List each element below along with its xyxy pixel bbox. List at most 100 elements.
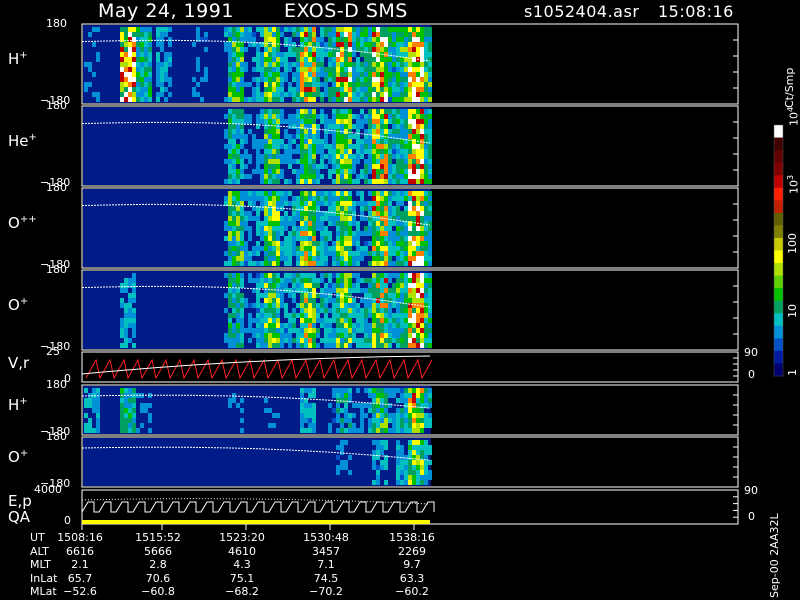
spectrogram-cell [320,119,324,124]
spectrogram-cell [348,27,352,32]
spectrogram-cell [404,408,408,413]
spectrogram-cell [252,57,256,62]
spectrogram-cell [384,174,388,179]
spectrogram-cell [264,216,268,221]
spectrogram-cell [132,27,136,32]
spectrogram-cell [260,139,264,144]
spectrogram-cell [264,256,268,261]
spectrogram-cell [388,428,392,433]
spectrogram-cell [408,450,412,455]
spectrogram-cell [400,428,404,433]
spectrogram-cell [344,393,348,398]
spectrogram-cell [240,37,244,42]
spectrogram-cell [416,261,420,266]
spectrogram-cell [236,328,240,333]
spectrogram-cell [404,27,408,32]
spectrogram-cell [128,283,132,288]
spectrogram-cell [388,179,392,184]
spectrogram-cell [412,408,416,413]
spectrogram-cell [252,318,256,323]
spectrogram-cell [404,154,408,159]
spectrogram-cell [332,408,336,413]
y-tick-top: 180 [46,17,67,30]
spectrogram-cell [404,246,408,251]
spectrogram-cell [408,288,412,293]
spectrogram-cell [276,236,280,241]
spectrogram-cell [332,388,336,393]
spectrogram-cell [412,288,416,293]
spectrogram-cell [352,97,356,102]
spectrogram-cell [308,388,312,393]
spectrogram-cell [300,423,304,428]
spectrogram-cell [240,318,244,323]
spectrogram-cell [288,139,292,144]
spectrogram-cell [228,67,232,72]
spectrogram-cell [368,109,372,114]
spectrogram-cell [364,328,368,333]
spectrogram-cell [268,62,272,67]
spectrogram-cell [128,77,132,82]
spectrogram-cell [248,97,252,102]
spectrogram-cell [244,261,248,266]
spectrogram-cell [340,114,344,119]
spectrogram-cell [416,398,420,403]
spectrogram-cell [424,273,428,278]
spectrogram-cell [320,97,324,102]
spectrogram-cell [280,191,284,196]
spectrogram-cell [424,159,428,164]
spectrogram-cell [424,57,428,62]
spectrogram-cell [228,164,232,169]
spectrogram-cell [368,231,372,236]
spectrogram-cell [256,216,260,221]
spectrogram-cell [372,221,376,226]
spectrogram-cell [340,97,344,102]
spectrogram-cell [428,231,432,236]
spectrogram-cell [416,470,420,475]
spectrogram-cell [264,328,268,333]
spectrogram-cell [292,308,296,313]
spectrogram-cell [332,393,336,398]
spectrogram-cell [248,154,252,159]
spectrogram-cell [408,191,412,196]
spectrogram-cell [236,251,240,256]
spectrogram-cell [308,164,312,169]
spectrogram-cell [244,154,248,159]
spectrogram-cell [124,288,128,293]
spectrogram-cell [344,261,348,266]
spectrogram-cell [296,169,300,174]
spectrogram-cell [236,216,240,221]
spectrogram-cell [284,328,288,333]
spectrogram-cell [232,216,236,221]
spectrogram-cell [264,191,268,196]
spectrogram-cell [420,174,424,179]
spectrogram-cell [356,388,360,393]
spectrogram-cell [416,92,420,97]
spectrogram-cell [400,423,404,428]
spectrogram-cell [276,82,280,87]
spectrogram-cell [280,221,284,226]
spectrogram-cell [240,211,244,216]
spectrogram-cell [336,216,340,221]
spectrogram-cell [400,159,404,164]
spectrogram-cell [428,67,432,72]
spectrogram-cell [156,97,160,102]
spectrogram-cell [356,92,360,97]
spectrogram-cell [264,221,268,226]
spectrogram-cell [420,191,424,196]
spectrogram-cell [316,57,320,62]
xaxis-value: 65.7 [67,571,93,585]
spectrogram-cell [348,313,352,318]
spectrogram-cell [264,87,268,92]
spectrogram-cell [392,303,396,308]
spectrogram-cell [376,87,380,92]
spectrogram-cell [396,164,400,169]
spectrogram-cell [240,114,244,119]
spectrogram-cell [252,169,256,174]
spectrogram-cell [344,109,348,114]
spectrogram-cell [236,318,240,323]
spectrogram-cell [140,408,144,413]
spectrogram-cell [420,338,424,343]
spectrogram-cell [420,288,424,293]
spectrogram-cell [260,231,264,236]
spectrogram-cell [160,42,164,47]
